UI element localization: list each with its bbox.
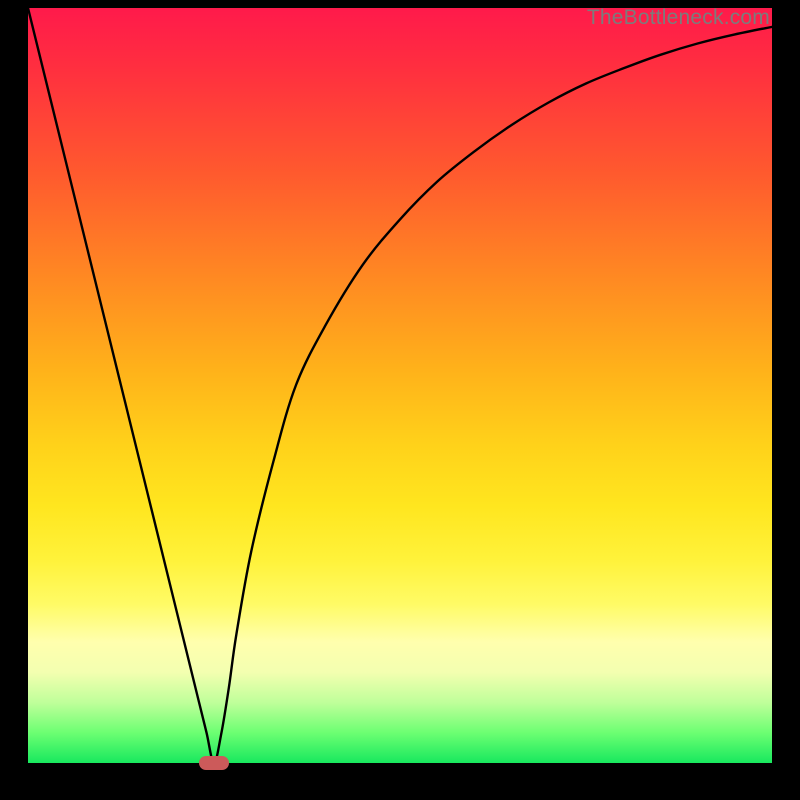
chart-stage: TheBottleneck.com	[0, 0, 800, 800]
plot-area	[28, 8, 772, 763]
watermark-text: TheBottleneck.com	[587, 6, 770, 30]
bottleneck-curve	[28, 8, 772, 763]
curve-layer	[28, 8, 772, 763]
optimal-marker	[199, 756, 229, 770]
